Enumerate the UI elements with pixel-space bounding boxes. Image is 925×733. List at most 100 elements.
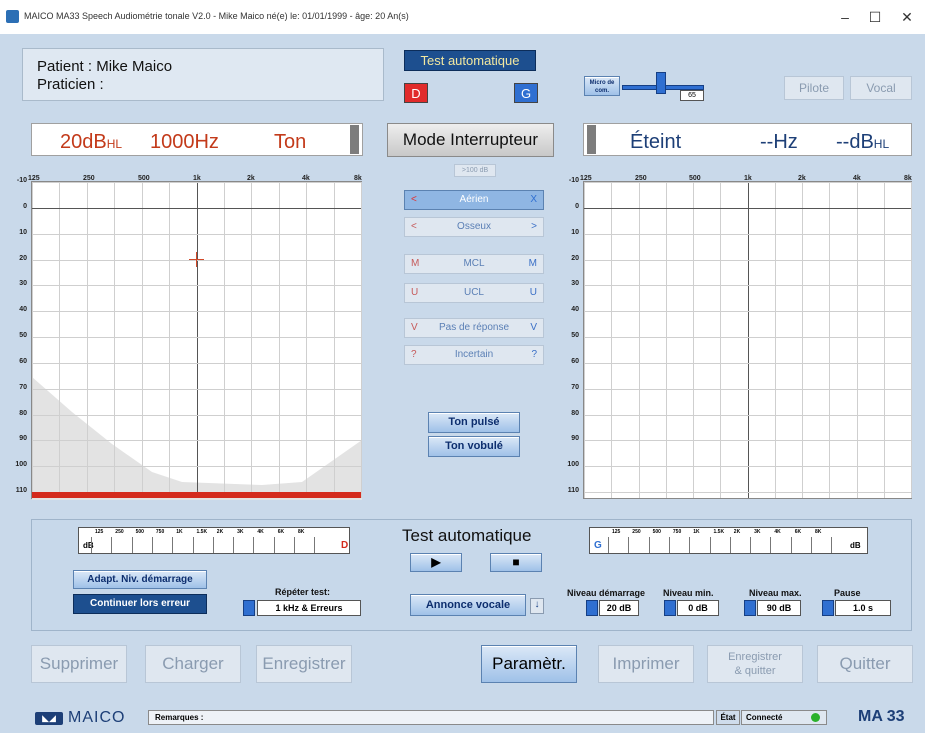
grid-line-horizontal (584, 337, 911, 338)
maximize-button[interactable]: ☐ (860, 6, 890, 28)
summary-frequency-label: 500 (652, 529, 661, 535)
grid-line-vertical (334, 182, 335, 498)
mcl-button[interactable]: M MCL M (404, 254, 544, 274)
niveau-max-spinner[interactable] (744, 600, 756, 616)
right-audiogram[interactable] (583, 181, 912, 499)
close-button[interactable]: ✕ (892, 6, 922, 28)
micro-slider-handle[interactable] (656, 72, 666, 94)
niveau-min-value[interactable]: 0 dB (677, 600, 719, 616)
summary-cell (648, 537, 669, 553)
summary-frequency-label: 1K (693, 529, 700, 535)
grid-line-vertical (279, 182, 280, 498)
db-tick-label: 90 (571, 435, 579, 442)
pilote-button[interactable]: Pilote (784, 76, 844, 100)
over-100db-button[interactable]: >100 dB (454, 164, 496, 177)
left-audiogram[interactable] (31, 181, 362, 500)
left-level-bar (350, 125, 359, 154)
summary-cell (253, 537, 273, 553)
left-summary-ear: D (341, 540, 349, 551)
vocal-button[interactable]: Vocal (850, 76, 912, 100)
window-title: MAICO MA33 Speech Audiométrie tonale V2.… (24, 11, 409, 21)
summary-frequency-label: 750 (672, 529, 682, 535)
grid-line-horizontal (32, 415, 361, 416)
grid-line-vertical (142, 182, 143, 498)
summary-cell (608, 537, 628, 553)
mode-interrupteur-button[interactable]: Mode Interrupteur (387, 123, 554, 157)
play-button[interactable]: ▶ (410, 553, 462, 572)
supprimer-button[interactable]: Supprimer (31, 645, 127, 683)
db-tick-label: 110 (15, 487, 27, 494)
right-ear-button[interactable]: D (404, 83, 428, 103)
charger-button[interactable]: Charger (145, 645, 241, 683)
niveau-demarrage-label: Niveau démarrage (567, 588, 646, 598)
pas-de-reponse-button[interactable]: V Pas de réponse V (404, 318, 544, 338)
enregistrer-quitter-line2: & quitter (734, 665, 776, 677)
repeter-spinner[interactable] (243, 600, 255, 616)
summary-cell (172, 537, 192, 553)
grid-line-horizontal (32, 440, 361, 441)
annonce-dropdown-icon[interactable]: ↓ (530, 598, 544, 614)
summary-cell (294, 537, 314, 553)
niveau-demarrage-spinner[interactable] (586, 600, 598, 616)
grid-line-horizontal (32, 285, 361, 286)
ucl-label: UCL (463, 287, 484, 298)
grid-line-vertical (87, 182, 88, 498)
pause-value[interactable]: 1.0 s (835, 600, 891, 616)
ucl-button[interactable]: U UCL U (404, 283, 544, 303)
summary-cell (273, 537, 294, 553)
niveau-min-spinner[interactable] (664, 600, 676, 616)
niveau-max-label: Niveau max. (749, 588, 802, 598)
ton-pulse-button[interactable]: Ton pulsé (428, 412, 520, 433)
mcl-label: MCL (463, 258, 485, 269)
aerien-button[interactable]: < Aérien X (404, 190, 544, 210)
left-ear-button[interactable]: G (514, 83, 538, 103)
niveau-max-value[interactable]: 90 dB (757, 600, 801, 616)
grid-line-horizontal (584, 466, 911, 467)
stop-button[interactable]: ■ (490, 553, 542, 572)
osseux-button[interactable]: < Osseux > (404, 217, 544, 237)
right-threshold-summary: G dB 125 250 500 750 1K 1.5K 2K 3K 4K 6K 8K (589, 527, 868, 554)
repeter-value[interactable]: 1 kHz & Erreurs (257, 600, 361, 616)
summary-cell (831, 537, 851, 553)
grid-line-vertical (775, 182, 776, 498)
grid-line-vertical (32, 182, 33, 498)
pause-label: Pause (834, 588, 861, 598)
grid-line-vertical (639, 182, 640, 498)
db-tick-label: 0 (575, 203, 579, 210)
ton-vobule-button[interactable]: Ton vobulé (428, 436, 520, 457)
db-tick-label: 40 (19, 306, 27, 313)
summary-cell (131, 537, 152, 553)
annonce-vocale-button[interactable]: Annonce vocale (410, 594, 526, 616)
incertain-button[interactable]: ? Incertain ? (404, 345, 544, 365)
adapt-niveau-button[interactable]: Adapt. Niv. démarrage (73, 570, 207, 589)
micro-com-button[interactable]: Micro de com. (584, 76, 620, 96)
grid-line-vertical (611, 182, 612, 498)
test-auto-header-button[interactable]: Test automatique (404, 50, 536, 71)
remarks-field[interactable]: Remarques : (148, 710, 714, 725)
enregistrer-button[interactable]: Enregistrer (256, 645, 352, 683)
grid-line-vertical (224, 182, 225, 498)
enregistrer-quitter-button[interactable]: Enregistrer & quitter (707, 645, 803, 683)
right-summary-ear: G (594, 540, 602, 551)
imprimer-button[interactable]: Imprimer (598, 645, 694, 683)
db-tick-label: 100 (567, 461, 579, 468)
summary-cell (151, 537, 172, 553)
pause-spinner[interactable] (822, 600, 834, 616)
summary-frequency-label: 125 (95, 529, 104, 535)
summary-frequency-label: 8K (815, 529, 822, 535)
niveau-demarrage-value[interactable]: 20 dB (599, 600, 639, 616)
summary-cell (811, 537, 831, 553)
grid-line-horizontal (584, 389, 911, 390)
quitter-button[interactable]: Quitter (817, 645, 913, 683)
left-signal-type: Ton (274, 131, 307, 153)
mcl-right-symbol: M (528, 258, 537, 269)
summary-cell (790, 537, 811, 553)
summary-frequency-label: 6K (277, 529, 285, 535)
summary-cell (314, 537, 334, 553)
parametres-button[interactable]: Paramètr. (481, 645, 577, 683)
right-frequency: --Hz (760, 131, 798, 153)
continuer-erreur-button[interactable]: Continuer lors erreur (73, 594, 207, 614)
minimize-button[interactable]: – (830, 6, 860, 28)
grid-line-horizontal (584, 363, 911, 364)
grid-line-horizontal (32, 311, 361, 312)
